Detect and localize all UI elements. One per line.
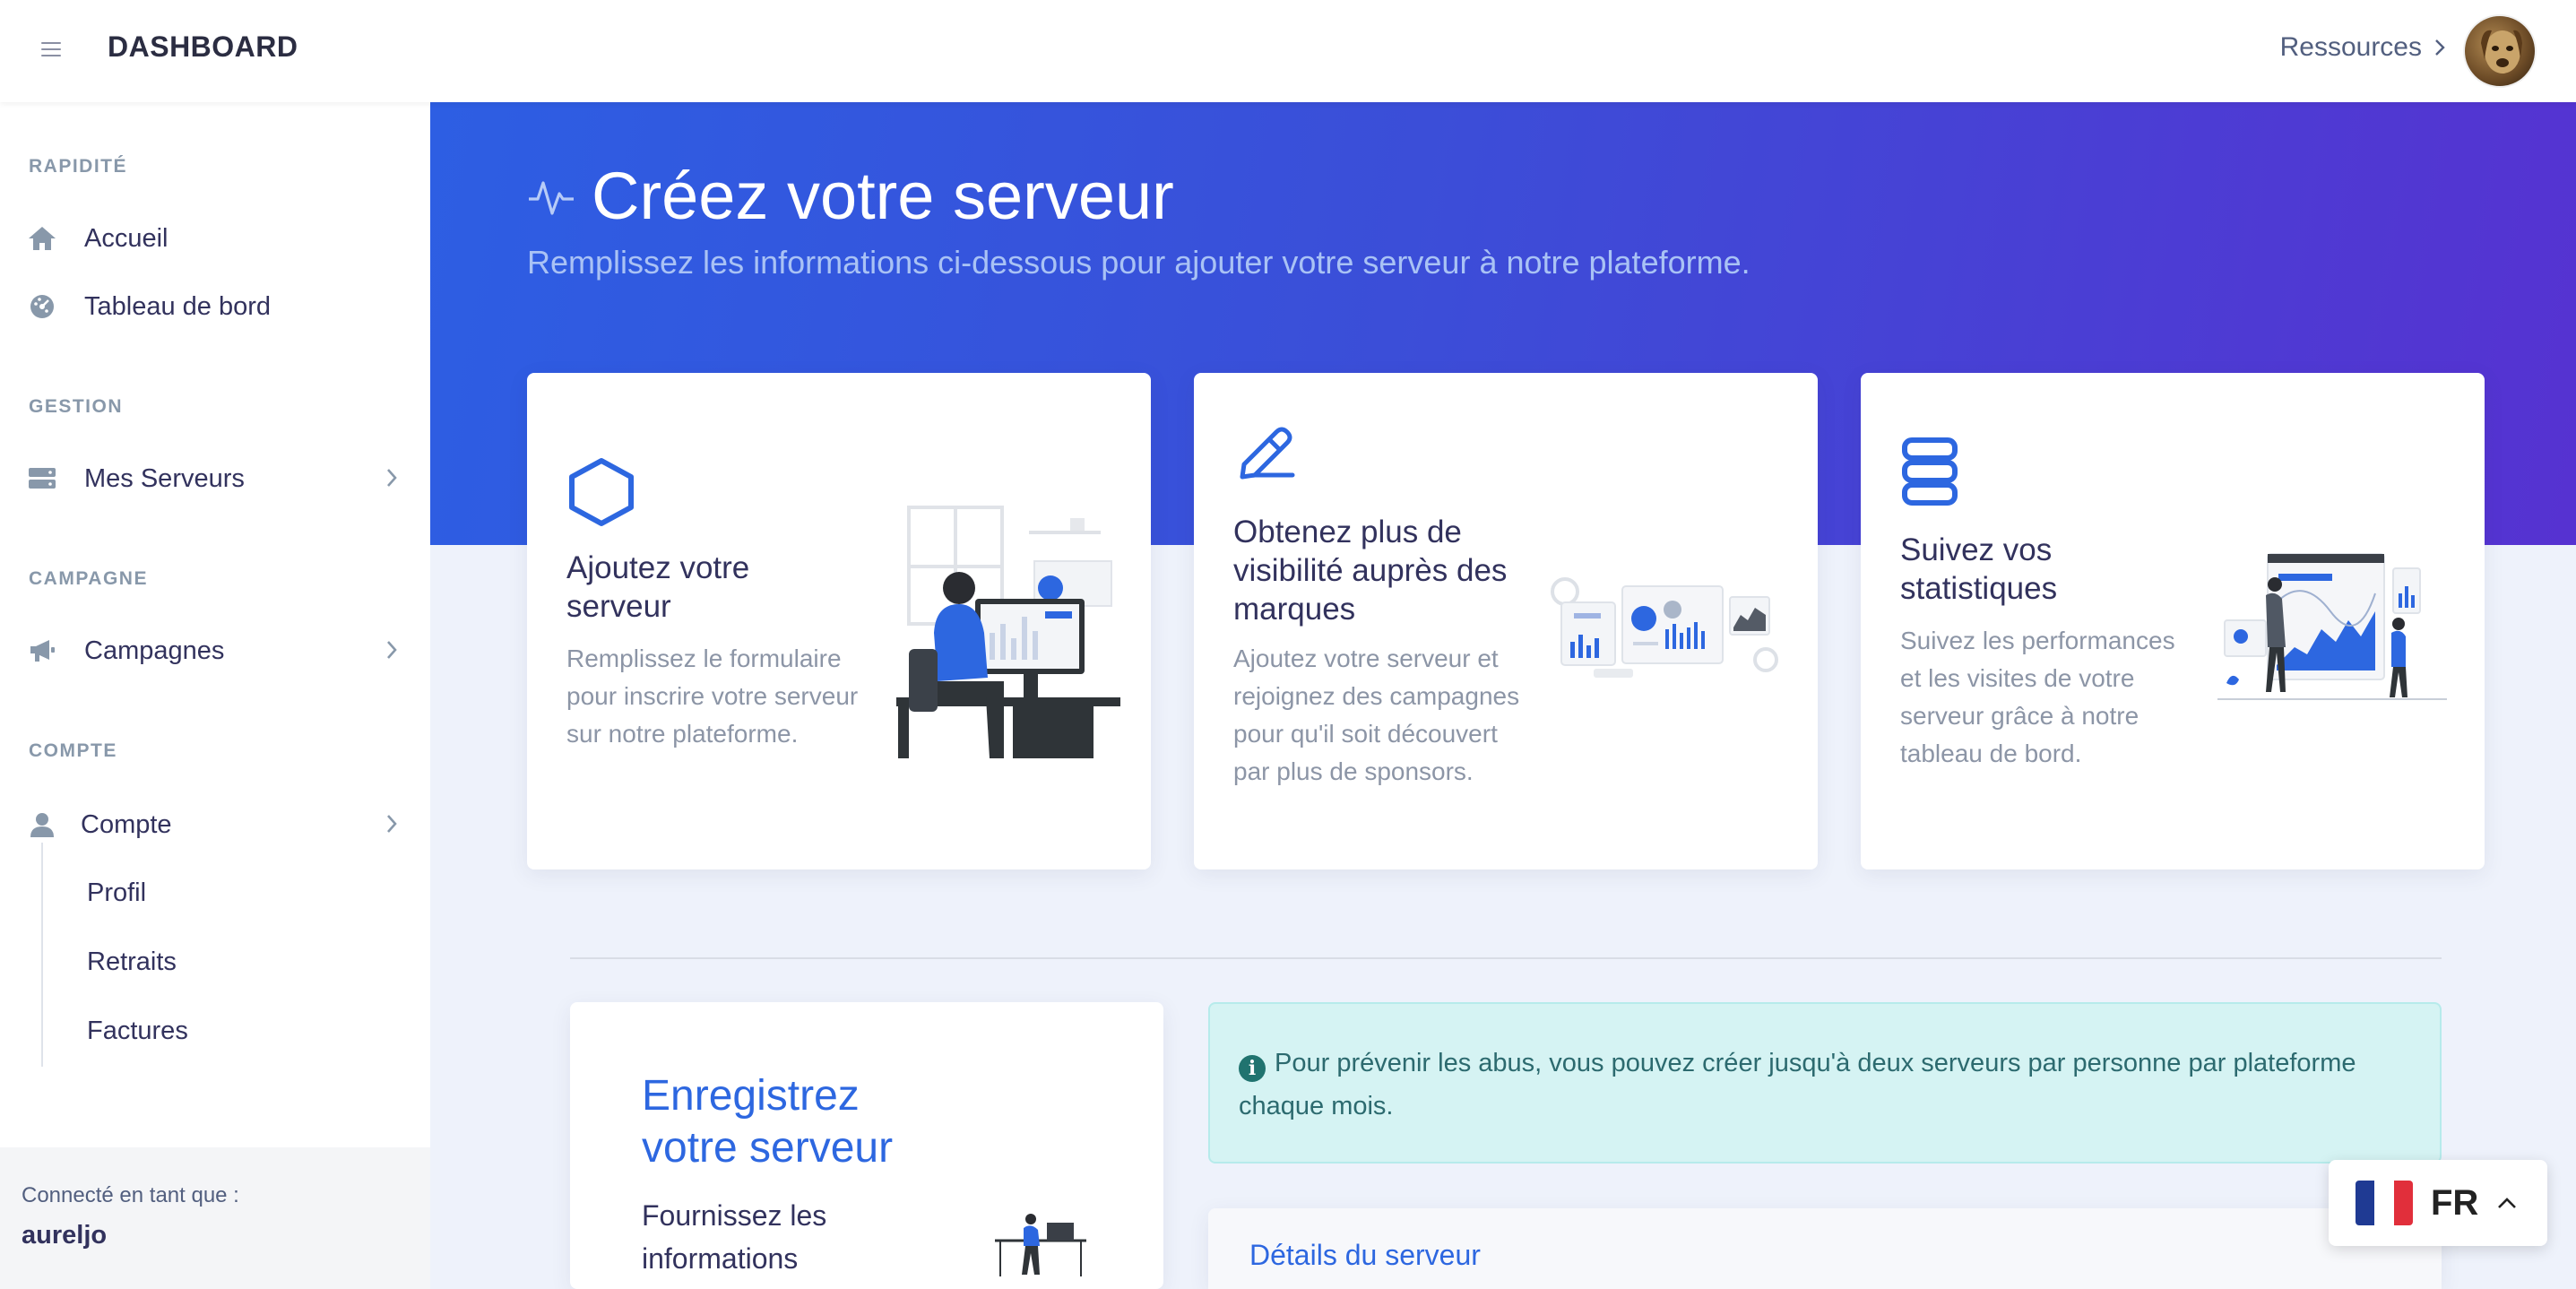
register-title: Enregistrez votre serveur bbox=[642, 1072, 894, 1172]
card-description: Suivez les performances et les visites d… bbox=[1900, 627, 2175, 767]
sidebar-subitem-profil[interactable]: Profil bbox=[87, 878, 146, 908]
card-description: Remplissez le formulaire pour inscrire v… bbox=[566, 644, 859, 748]
register-text: Fournissez les informations bbox=[642, 1199, 827, 1275]
user-avatar[interactable] bbox=[2463, 14, 2537, 88]
resources-label: Ressources bbox=[2279, 32, 2422, 62]
server-details-title: Détails du serveur bbox=[1249, 1239, 1481, 1271]
sidebar-item-mes-serveurs[interactable]: Mes Serveurs bbox=[27, 455, 412, 502]
section-heading-campagne: CAMPAGNE bbox=[29, 568, 148, 589]
resources-link[interactable]: Ressources bbox=[2280, 32, 2445, 63]
chevron-right-icon bbox=[2435, 39, 2445, 56]
pen-icon bbox=[1240, 427, 1295, 480]
chevron-up-icon bbox=[2498, 1198, 2517, 1208]
feature-card-visibility: Obtenez plus de visibilité auprès des ma… bbox=[1194, 373, 1818, 869]
user-info: Connecté en tant que : aureljo bbox=[0, 1147, 430, 1289]
sidebar: RAPIDITÉ Accueil Tableau de bord GESTION… bbox=[0, 102, 430, 1289]
section-heading-compte: COMPTE bbox=[29, 740, 117, 761]
sidebar-item-compte[interactable]: Compte bbox=[27, 801, 412, 848]
feature-card-add-server: Ajoutez votre serveur Remplissez le form… bbox=[527, 373, 1151, 869]
language-selector[interactable]: FR bbox=[2329, 1160, 2547, 1246]
sidebar-subitem-factures[interactable]: Factures bbox=[87, 1016, 188, 1046]
sidebar-item-label: Tableau de bord bbox=[84, 291, 271, 321]
page-subtitle: Remplissez les informations ci-dessous p… bbox=[527, 244, 1750, 281]
home-icon bbox=[27, 223, 57, 254]
sidebar-item-accueil[interactable]: Accueil bbox=[27, 215, 412, 262]
pulse-icon bbox=[529, 180, 574, 215]
card-title: Ajoutez votre serveur bbox=[566, 550, 750, 624]
sidebar-item-label: Compte bbox=[81, 809, 172, 839]
top-bar: DASHBOARD Ressources bbox=[0, 0, 2576, 102]
page-title: Créez votre serveur bbox=[527, 158, 1174, 234]
sidebar-item-label: Mes Serveurs bbox=[84, 463, 245, 493]
username: aureljo bbox=[22, 1221, 108, 1250]
sidebar-item-label: Campagnes bbox=[84, 636, 225, 665]
user-icon bbox=[27, 809, 57, 840]
gauge-icon bbox=[27, 291, 57, 322]
alert-text: Pour prévenir les abus, vous pouvez crée… bbox=[1239, 1049, 2356, 1120]
sidebar-subitem-retraits[interactable]: Retraits bbox=[87, 947, 177, 977]
section-heading-gestion: GESTION bbox=[29, 396, 124, 417]
info-icon: i bbox=[1239, 1055, 1266, 1082]
sidebar-item-label: Accueil bbox=[84, 223, 169, 253]
server-icon bbox=[27, 463, 57, 494]
france-flag-icon bbox=[2356, 1181, 2413, 1225]
logged-in-label: Connecté en tant que : bbox=[22, 1183, 239, 1207]
chevron-right-icon bbox=[387, 815, 397, 833]
sidebar-item-campagnes[interactable]: Campagnes bbox=[27, 627, 412, 674]
menu-toggle-icon[interactable] bbox=[41, 42, 61, 58]
card-title: Obtenez plus de visibilité auprès des ma… bbox=[1233, 515, 1508, 627]
card-description: Ajoutez votre serveur et rejoignez des c… bbox=[1233, 644, 1520, 785]
hexagon-icon bbox=[569, 458, 634, 526]
section-divider bbox=[570, 957, 2442, 959]
page-title-text: Créez votre serveur bbox=[592, 159, 1174, 233]
chevron-right-icon bbox=[387, 469, 397, 487]
feature-card-statistics: Suivez vos statistiques Suivez les perfo… bbox=[1861, 373, 2485, 869]
language-code: FR bbox=[2431, 1182, 2479, 1223]
sidebar-item-tableau-de-bord[interactable]: Tableau de bord bbox=[27, 283, 412, 330]
megaphone-icon bbox=[27, 636, 57, 666]
analytics-illustration bbox=[2217, 553, 2447, 700]
submenu-divider bbox=[41, 843, 43, 1067]
server-details-card: Détails du serveur bbox=[1208, 1208, 2442, 1289]
desk-illustration bbox=[995, 1214, 1086, 1276]
database-icon bbox=[1902, 437, 1958, 506]
register-card: Enregistrez votre serveur Fournissez les… bbox=[570, 1002, 1163, 1289]
dashboard-illustration bbox=[1551, 577, 1778, 678]
info-alert: i Pour prévenir les abus, vous pouvez cré… bbox=[1208, 1002, 2442, 1164]
section-heading-rapidite: RAPIDITÉ bbox=[29, 156, 128, 177]
card-title: Suivez vos statistiques bbox=[1900, 532, 2058, 606]
chevron-right-icon bbox=[387, 641, 397, 659]
brand-title: DASHBOARD bbox=[108, 30, 298, 63]
developer-illustration bbox=[896, 506, 1120, 758]
